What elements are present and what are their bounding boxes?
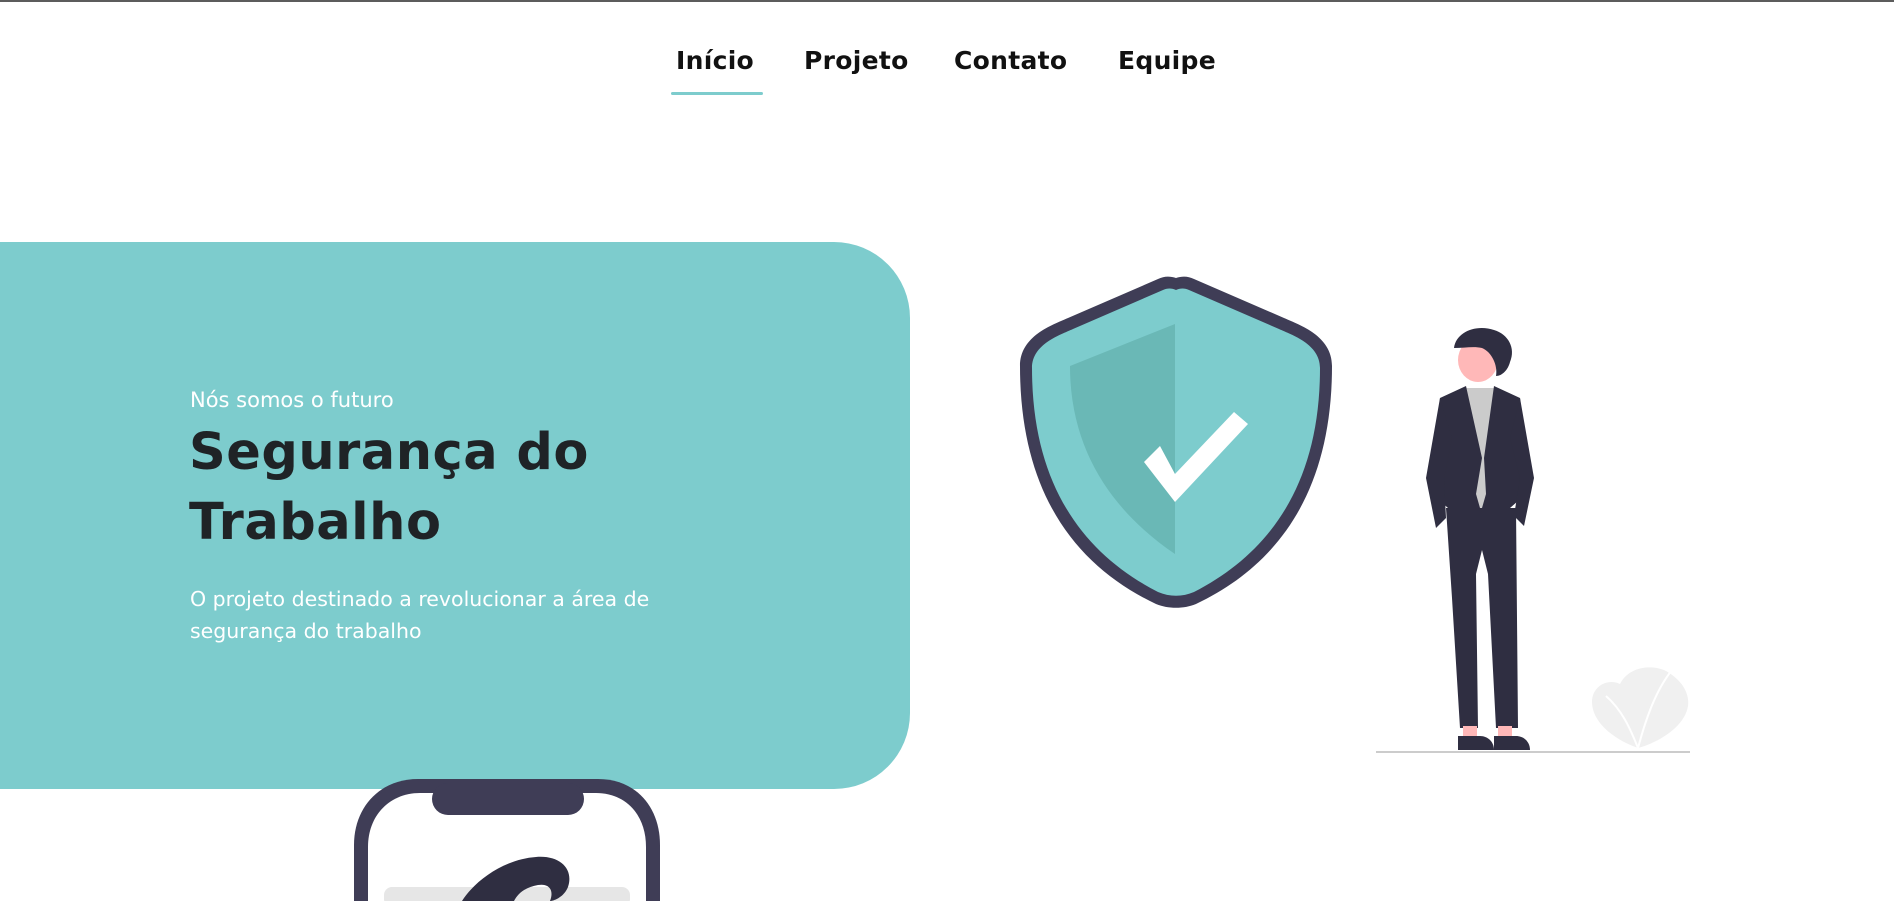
- hero-title-line2: Trabalho: [189, 493, 442, 552]
- plant-decoration: [1592, 667, 1689, 749]
- person-illustration: [1376, 328, 1690, 753]
- shield-check-icon: [1020, 276, 1332, 608]
- nav-item-inicio[interactable]: Início: [676, 46, 754, 75]
- page: Início Projeto Contato Equipe Nós somos …: [0, 0, 1894, 901]
- phone-illustration: [354, 779, 660, 901]
- top-border: [0, 0, 1894, 2]
- main-navigation: Início Projeto Contato Equipe: [0, 40, 1894, 100]
- hero-title: Segurança do Trabalho: [189, 418, 749, 558]
- active-nav-indicator: [671, 92, 763, 95]
- hero-subtitle: Nós somos o futuro: [190, 388, 394, 412]
- hero-description: O projeto destinado a revolucionar a áre…: [190, 587, 650, 643]
- hero-title-line1: Segurança do: [189, 423, 589, 482]
- nav-item-equipe[interactable]: Equipe: [1118, 46, 1216, 75]
- nav-item-projeto[interactable]: Projeto: [804, 46, 909, 75]
- nav-item-contato[interactable]: Contato: [954, 46, 1067, 75]
